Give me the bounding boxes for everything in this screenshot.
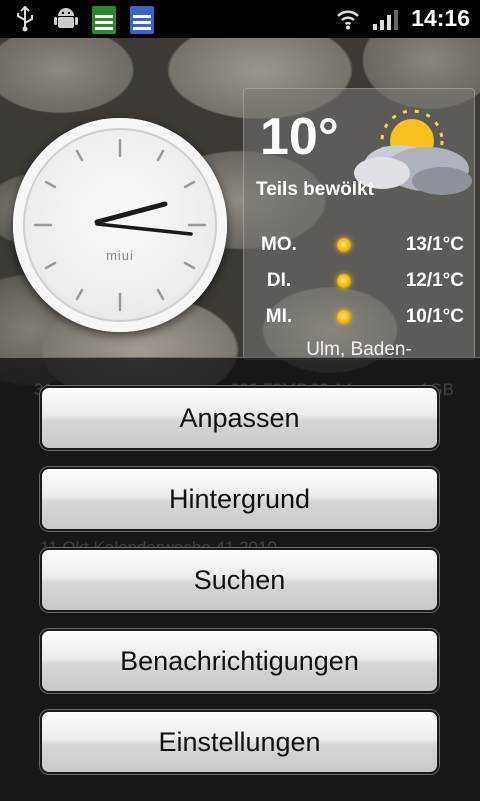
analog-clock-widget[interactable]: miui: [13, 118, 227, 332]
sun-icon: [337, 238, 351, 252]
forecast-day: MO.: [261, 234, 297, 255]
menu-item-suchen[interactable]: Suchen: [40, 548, 439, 612]
wifi-icon: [336, 8, 360, 35]
forecast-day: DI.: [266, 270, 292, 291]
weather-condition: Teils bewölkt: [256, 179, 374, 200]
storage-green-icon: [92, 6, 116, 39]
menu-item-benachrichtigungen[interactable]: Benachrichtigungen: [40, 629, 439, 693]
forecast-temp: 13/1°C: [405, 234, 464, 255]
usb-icon: [14, 5, 36, 37]
minute-hand: [95, 222, 193, 236]
status-bar[interactable]: 14:16: [0, 0, 480, 38]
menu-item-hintergrund[interactable]: Hintergrund: [40, 467, 439, 531]
clock-brand: miui: [106, 248, 134, 263]
weather-widget[interactable]: 10° Teils bewölkt MO. 13/1°C DI. 12/1°C …: [243, 88, 475, 360]
forecast-temp: 10/1°C: [405, 306, 464, 327]
forecast-day: MI.: [265, 306, 293, 327]
signal-icon: [372, 10, 398, 35]
menu-item-anpassen[interactable]: Anpassen: [40, 386, 439, 450]
clock-face: [33, 138, 207, 312]
sun-icon: [337, 274, 351, 288]
sun-icon: [337, 310, 351, 324]
menu-item-einstellungen[interactable]: Einstellungen: [40, 710, 439, 774]
hour-hand: [94, 201, 168, 225]
weather-temperature: 10°: [260, 108, 339, 166]
status-time: 14:16: [411, 5, 470, 31]
forecast-temp: 12/1°C: [405, 270, 464, 291]
storage-blue-icon: [130, 6, 154, 39]
android-debug-icon: [54, 6, 78, 37]
